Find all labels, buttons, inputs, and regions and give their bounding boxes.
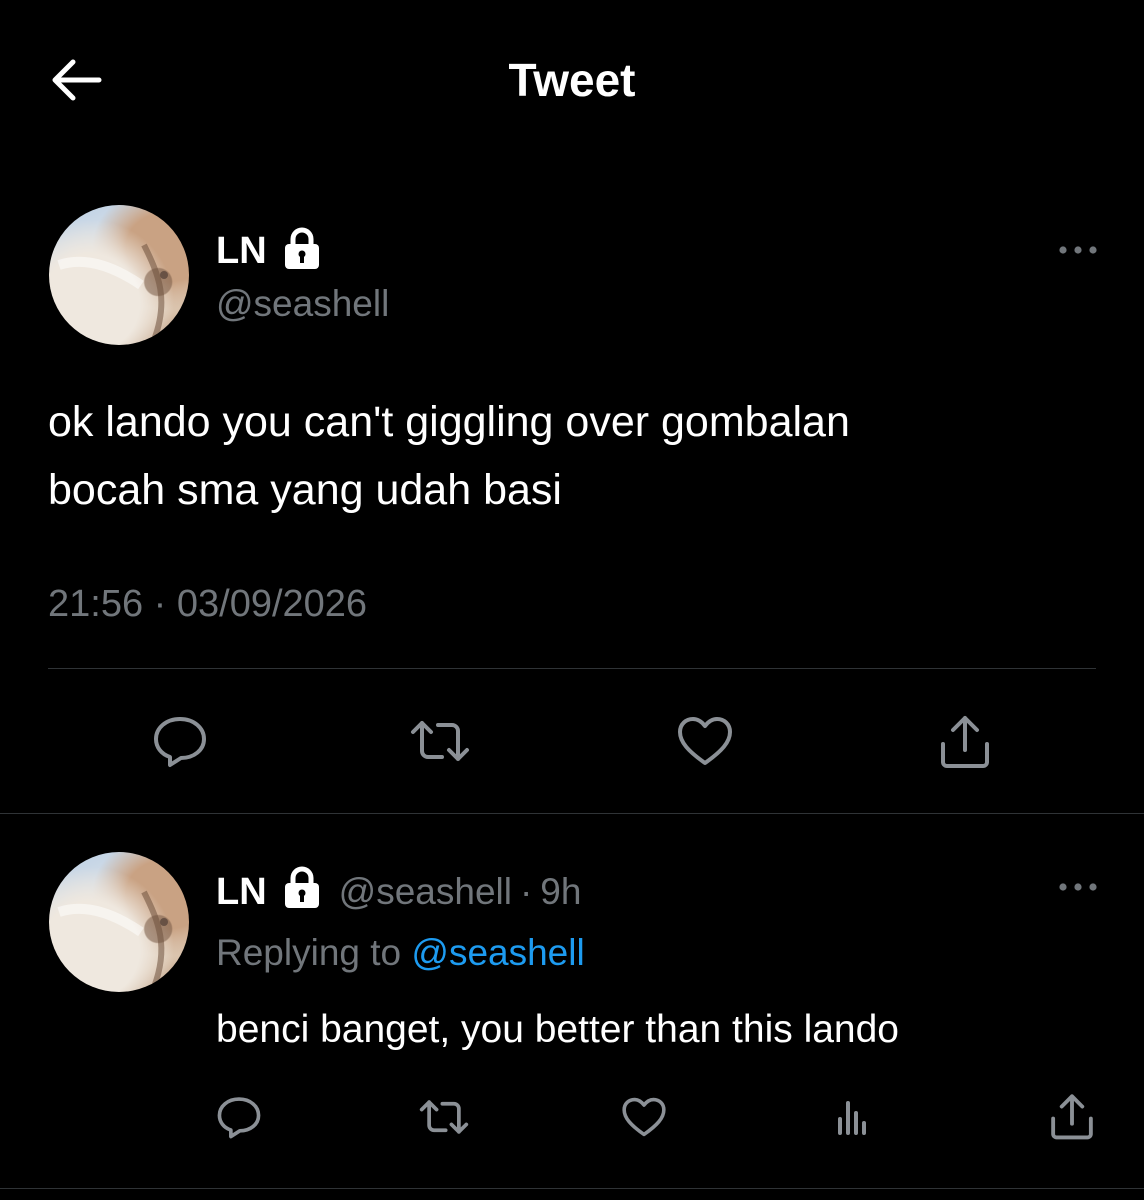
- handle[interactable]: @seashell: [216, 282, 389, 326]
- section-divider: [0, 813, 1144, 814]
- share-icon: [1051, 1094, 1093, 1140]
- reply-age[interactable]: 9h: [540, 870, 581, 914]
- tweet-date: 03/09/2026: [176, 583, 368, 625]
- bar-chart-icon: [838, 1101, 866, 1135]
- reply-retweet-button[interactable]: [414, 1090, 474, 1144]
- separator-dot: ·: [519, 871, 533, 912]
- divider: [48, 668, 1096, 669]
- reply-like-button[interactable]: [617, 1090, 671, 1144]
- retweet-icon: [411, 721, 469, 761]
- replying-to-label: Replying to: [216, 932, 402, 973]
- reply-display-name[interactable]: LN: [216, 870, 267, 914]
- display-name[interactable]: LN: [216, 229, 267, 273]
- more-options-button[interactable]: [1048, 235, 1108, 265]
- author-name-row: LN: [216, 226, 321, 275]
- replying-to-link[interactable]: @seashell: [411, 932, 584, 973]
- avatar-photo: [57, 890, 168, 989]
- avatar[interactable]: [49, 205, 189, 345]
- reply-header: LN @seashell · 9h: [216, 865, 581, 919]
- share-icon: [941, 716, 989, 768]
- lock-icon: [283, 226, 321, 275]
- avatar-photo: [57, 243, 168, 342]
- tweet-timestamp[interactable]: 21:56 · 03/09/2026: [48, 580, 367, 628]
- speech-bubble-icon: [154, 717, 206, 767]
- like-button[interactable]: [670, 706, 740, 776]
- speech-bubble-icon: [217, 1097, 261, 1139]
- reply-text: benci banget, you better than this lando: [216, 1008, 899, 1051]
- ellipsis-icon: [1059, 883, 1097, 891]
- reply-more-options-button[interactable]: [1048, 872, 1108, 902]
- ellipsis-icon: [1059, 246, 1097, 254]
- share-button[interactable]: [930, 706, 1000, 776]
- retweet-button[interactable]: [405, 706, 475, 776]
- separator-dot: ·: [153, 583, 167, 625]
- reply-reply-button[interactable]: [212, 1090, 266, 1144]
- tweet-time: 21:56: [48, 583, 144, 625]
- heart-icon: [678, 717, 732, 765]
- lock-icon: [283, 865, 321, 919]
- retweet-icon: [419, 1100, 469, 1134]
- views-button[interactable]: [825, 1090, 879, 1144]
- heart-icon: [622, 1097, 666, 1137]
- bottom-divider: [0, 1188, 1144, 1189]
- replying-to: Replying to @seashell: [216, 931, 585, 975]
- reply-share-button[interactable]: [1044, 1088, 1100, 1144]
- page-title: Tweet: [508, 54, 636, 106]
- reply-handle[interactable]: @seashell: [339, 870, 512, 914]
- tweet-text: ok lando you can't giggling over gombala…: [48, 398, 850, 514]
- reply-avatar[interactable]: [49, 852, 189, 992]
- reply-button[interactable]: [145, 706, 215, 776]
